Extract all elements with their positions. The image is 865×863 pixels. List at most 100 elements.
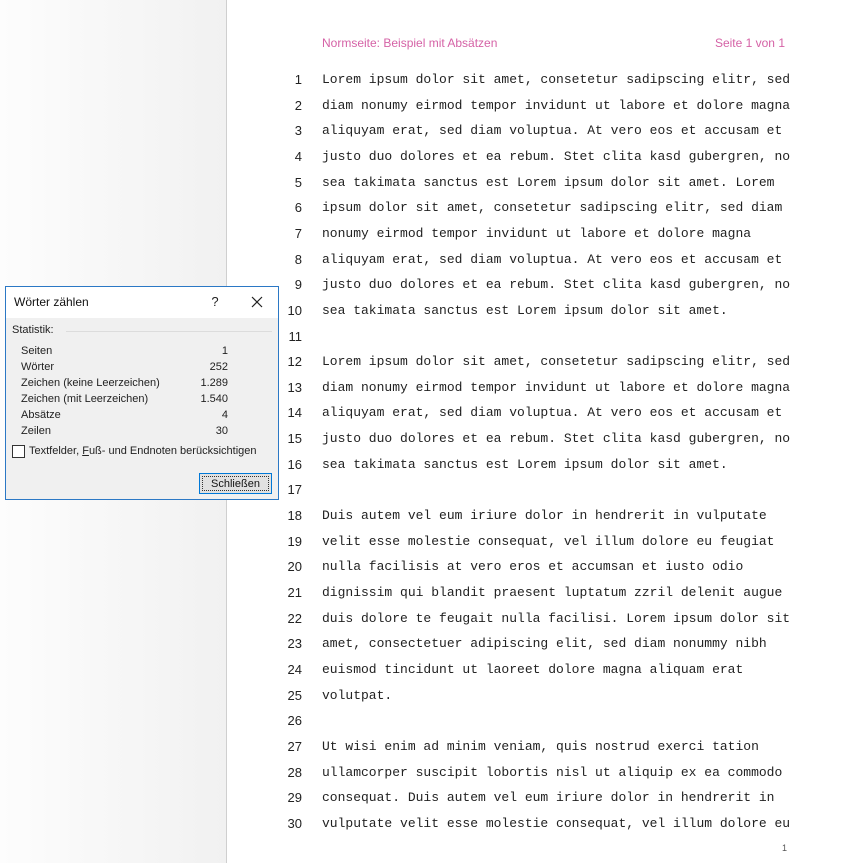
help-button[interactable]: ? — [208, 294, 222, 309]
line-number: 7 — [294, 225, 302, 241]
line-number: 2 — [294, 97, 302, 113]
document-line[interactable]: 4 justo duo dolores et ea rebum. Stet cli… — [227, 143, 865, 169]
schliessen-button[interactable]: Schließen — [199, 473, 272, 494]
line-text[interactable]: nonumy eirmod tempor invidunt ut labore … — [322, 226, 751, 241]
stat-value: 1 — [221, 345, 228, 357]
line-text[interactable]: justo duo dolores et ea rebum. Stet clit… — [322, 277, 790, 292]
line-text[interactable]: sea takimata sanctus est Lorem ipsum dol… — [322, 303, 728, 318]
line-number: 24 — [287, 661, 302, 677]
line-number: 22 — [287, 610, 302, 626]
line-text[interactable]: amet, consectetuer adipiscing elit, sed … — [322, 636, 767, 651]
document-line[interactable]: 3 aliquyam erat, sed diam voluptua. At ve… — [227, 117, 865, 143]
document-page[interactable]: Normseite: Beispiel mit Absätzen Seite 1… — [227, 0, 865, 863]
line-number: 3 — [294, 123, 302, 139]
line-number: 18 — [287, 508, 302, 524]
document-line[interactable]: 30 vulputate velit esse molestie consequa… — [227, 810, 865, 836]
include-textboxes-checkbox[interactable] — [12, 445, 25, 458]
document-line[interactable]: 1 Lorem ipsum dolor sit amet, consetetur … — [227, 66, 865, 92]
line-text[interactable]: vulputate velit esse molestie consequat,… — [322, 816, 790, 831]
close-icon — [251, 296, 263, 308]
line-number: 27 — [287, 738, 302, 754]
statistics-label: Statistik: — [12, 324, 54, 336]
document-line[interactable]: 7 nonumy eirmod tempor invidunt ut labore… — [227, 220, 865, 246]
line-number: 20 — [287, 559, 302, 575]
dialog-body: Statistik: Seiten 1 Wörter 252 Zeichen (kein… — [6, 318, 278, 499]
document-line[interactable]: 28 ullamcorper suscipit lobortis nisl ut … — [227, 759, 865, 785]
line-text[interactable]: diam nonumy eirmod tempor invidunt ut la… — [322, 98, 790, 113]
stat-label: Zeilen — [21, 425, 51, 437]
footer-page-number: 1 — [781, 843, 787, 853]
document-line[interactable]: 22 duis dolore te feugait nulla facilisi.… — [227, 605, 865, 631]
line-number: 8 — [294, 251, 302, 267]
line-text[interactable]: aliquyam erat, sed diam voluptua. At ver… — [322, 405, 782, 420]
document-line[interactable]: 14 aliquyam erat, sed diam voluptua. At v… — [227, 399, 865, 425]
statistics-list: Seiten 1 Wörter 252 Zeichen (keine Leerzeich… — [21, 345, 228, 441]
close-button[interactable] — [246, 292, 268, 312]
line-text[interactable]: sea takimata sanctus est Lorem ipsum dol… — [322, 457, 728, 472]
include-textboxes-footnotes-option[interactable]: Textfelder, Fuß- und Endnoten berücksich… — [12, 445, 274, 459]
document-line[interactable]: 2 diam nonumy eirmod tempor invidunt ut l… — [227, 92, 865, 118]
include-textboxes-label[interactable]: Textfelder, Fuß- und Endnoten berücksich… — [29, 445, 257, 457]
stat-row: Seiten 1 — [21, 345, 228, 361]
document-line[interactable]: 11 — [227, 323, 865, 349]
document-line[interactable]: 15 justo duo dolores et ea rebum. Stet cl… — [227, 425, 865, 451]
line-number: 25 — [287, 687, 302, 703]
stat-value: 252 — [209, 361, 228, 373]
document-line[interactable]: 10 sea takimata sanctus est Lorem ipsum d… — [227, 297, 865, 323]
stat-value: 4 — [221, 409, 228, 421]
line-text[interactable]: euismod tincidunt ut laoreet dolore magn… — [322, 662, 743, 677]
document-line[interactable]: 17 — [227, 476, 865, 502]
stat-row: Wörter 252 — [21, 361, 228, 377]
stat-value: 1.540 — [200, 393, 228, 405]
document-line[interactable]: 8 aliquyam erat, sed diam voluptua. At ve… — [227, 246, 865, 272]
stat-row: Absätze 4 — [21, 409, 228, 425]
document-line[interactable]: 18 Duis autem vel eum iriure dolor in hen… — [227, 502, 865, 528]
document-line[interactable]: 19 velit esse molestie consequat, vel ill… — [227, 528, 865, 554]
line-text[interactable]: Lorem ipsum dolor sit amet, consetetur s… — [322, 72, 790, 87]
document-line[interactable]: 25 volutpat. — [227, 682, 865, 708]
line-text[interactable]: justo duo dolores et ea rebum. Stet clit… — [322, 431, 790, 446]
document-line[interactable]: 26 — [227, 707, 865, 733]
document-line[interactable]: 6 ipsum dolor sit amet, consetetur sadips… — [227, 194, 865, 220]
document-line[interactable]: 20 nulla facilisis at vero eros et accums… — [227, 553, 865, 579]
document-line[interactable]: 29 consequat. Duis autem vel eum iriure d… — [227, 784, 865, 810]
line-number: 1 — [294, 72, 302, 87]
document-line[interactable]: 9 justo duo dolores et ea rebum. Stet cli… — [227, 271, 865, 297]
stat-label: Zeichen (mit Leerzeichen) — [21, 393, 149, 405]
document-line[interactable]: 24 euismod tincidunt ut laoreet dolore ma… — [227, 656, 865, 682]
line-number: 4 — [294, 148, 302, 164]
document-line[interactable]: 12 Lorem ipsum dolor sit amet, consetetur… — [227, 348, 865, 374]
document-line[interactable]: 23 amet, consectetuer adipiscing elit, se… — [227, 630, 865, 656]
line-text[interactable]: duis dolore te feugait nulla facilisi. L… — [322, 611, 790, 626]
document-line[interactable]: 5 sea takimata sanctus est Lorem ipsum do… — [227, 169, 865, 195]
line-text[interactable]: ipsum dolor sit amet, consetetur sadipsc… — [322, 200, 782, 215]
line-text[interactable]: aliquyam erat, sed diam voluptua. At ver… — [322, 123, 782, 138]
dialog-titlebar[interactable]: Wörter zählen ? — [6, 287, 278, 317]
line-text[interactable]: velit esse molestie consequat, vel illum… — [322, 534, 774, 549]
word-count-dialog: Wörter zählen ? Statistik: Seiten 1 Wörter… — [5, 286, 279, 500]
line-number: 5 — [294, 174, 302, 190]
line-text[interactable]: volutpat. — [322, 688, 392, 703]
dialog-title: Wörter zählen — [14, 295, 89, 309]
line-text[interactable]: justo duo dolores et ea rebum. Stet clit… — [322, 149, 790, 164]
line-text[interactable]: ullamcorper suscipit lobortis nisl ut al… — [322, 765, 782, 780]
line-text[interactable]: Ut wisi enim ad minim veniam, quis nostr… — [322, 739, 759, 754]
document-line[interactable]: 27 Ut wisi enim ad minim veniam, quis nos… — [227, 733, 865, 759]
document-line[interactable]: 16 sea takimata sanctus est Lorem ipsum d… — [227, 451, 865, 477]
line-text[interactable]: Lorem ipsum dolor sit amet, consetetur s… — [322, 354, 790, 369]
line-text[interactable]: diam nonumy eirmod tempor invidunt ut la… — [322, 380, 790, 395]
document-line[interactable]: 21 dignissim qui blandit praesent luptatu… — [227, 579, 865, 605]
stat-row: Zeichen (keine Leerzeichen) 1.289 — [21, 377, 228, 393]
line-text[interactable]: Duis autem vel eum iriure dolor in hendr… — [322, 508, 767, 523]
line-number: 23 — [287, 636, 302, 652]
document-line[interactable]: 13 diam nonumy eirmod tempor invidunt ut … — [227, 374, 865, 400]
line-text[interactable]: nulla facilisis at vero eros et accumsan… — [322, 559, 743, 574]
line-text[interactable]: sea takimata sanctus est Lorem ipsum dol… — [322, 175, 774, 190]
line-number: 26 — [287, 713, 302, 729]
line-number: 6 — [294, 200, 302, 216]
line-text[interactable]: dignissim qui blandit praesent luptatum … — [322, 585, 782, 600]
line-text[interactable]: consequat. Duis autem vel eum iriure dol… — [322, 790, 774, 805]
header-title: Normseite: Beispiel mit Absätzen — [322, 36, 498, 50]
line-text[interactable]: aliquyam erat, sed diam voluptua. At ver… — [322, 252, 782, 267]
line-number: 29 — [287, 790, 302, 806]
